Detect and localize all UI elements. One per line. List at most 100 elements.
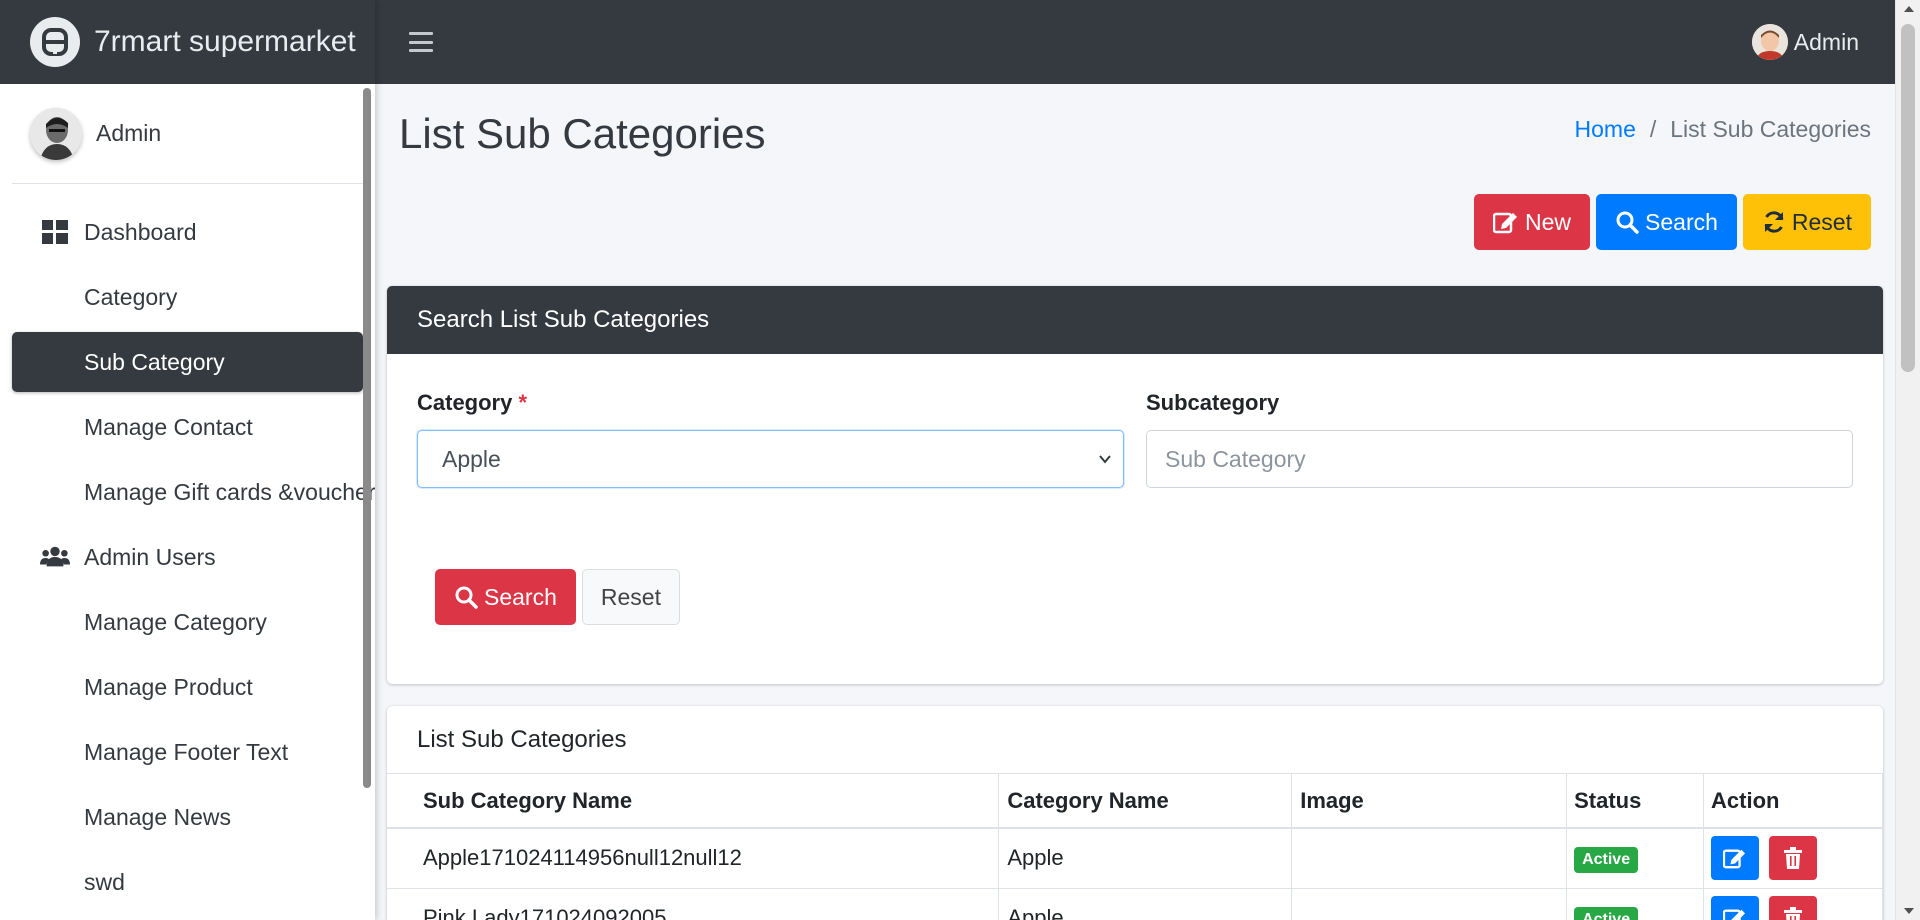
sidebar-item-manage-category[interactable]: Manage Category xyxy=(12,592,363,652)
sidebar-item-label: Manage Product xyxy=(84,673,253,700)
edit-button[interactable] xyxy=(1711,836,1760,881)
sidebar-item-manage-contact[interactable]: Manage Contact xyxy=(12,397,363,457)
brand-link[interactable]: 7rmart supermarket xyxy=(0,0,375,84)
sidebar-nav: Dashboard ‹ Category Sub Category Manage… xyxy=(0,184,375,912)
users-icon xyxy=(40,542,70,572)
sidebar-item-swd[interactable]: swd xyxy=(12,852,363,912)
status-badge[interactable]: Active xyxy=(1574,906,1639,920)
status-badge[interactable]: Active xyxy=(1574,846,1639,873)
delete-button[interactable] xyxy=(1769,896,1818,920)
edit-button[interactable] xyxy=(1711,896,1760,920)
reset-page-button[interactable]: Reset xyxy=(1742,194,1871,250)
sidebar-item-label: Dashboard xyxy=(84,218,197,245)
sidebar-item-dashboard[interactable]: Dashboard ‹ xyxy=(12,202,369,262)
sidebar-item-label: Sub Category xyxy=(84,348,225,375)
breadcrumb-current: List Sub Categories xyxy=(1670,116,1871,142)
trash-icon xyxy=(1784,847,1803,870)
search-submit-label: Search xyxy=(484,583,557,610)
scrollbar-thumb[interactable] xyxy=(1901,24,1915,372)
category-select[interactable]: Apple xyxy=(417,430,1124,488)
reset-page-label: Reset xyxy=(1791,208,1852,235)
sidebar-user-name: Admin xyxy=(96,120,162,146)
new-button[interactable]: New xyxy=(1474,194,1591,250)
scroll-up-arrow-icon[interactable] xyxy=(1904,6,1914,12)
subcategory-form-group: Subcategory Sub Category xyxy=(1146,390,1853,488)
breadcrumb-home-link[interactable]: Home xyxy=(1575,116,1636,143)
sidebar-item-label: swd xyxy=(84,868,125,895)
refresh-icon xyxy=(1764,211,1784,233)
search-reset-button[interactable]: Reset xyxy=(581,569,680,625)
sidebar-item-label: Category xyxy=(84,283,178,310)
search-reset-label: Reset xyxy=(600,583,661,610)
sidebar-item-category[interactable]: Category xyxy=(12,267,363,327)
delete-button[interactable] xyxy=(1769,836,1818,881)
cell-category-name: Apple xyxy=(998,828,1293,889)
sidebar-user-panel[interactable]: Admin xyxy=(12,84,363,184)
category-label: Category * xyxy=(417,390,528,415)
column-header[interactable]: Action xyxy=(1703,774,1883,829)
edit-icon xyxy=(1723,849,1746,869)
brand-name: 7rmart supermarket xyxy=(94,25,356,58)
table-row: Apple171024114956null12null12 Apple Acti… xyxy=(387,828,1883,889)
page-title: List Sub Categories xyxy=(399,110,766,157)
subcategory-placeholder: Sub Category xyxy=(1165,445,1306,472)
sidebar-item-admin-users[interactable]: Admin Users ‹ xyxy=(12,527,369,587)
sidebar-item-manage-footer-text[interactable]: Manage Footer Text xyxy=(12,722,363,782)
column-header[interactable]: Category Name xyxy=(998,774,1293,829)
list-card-title: List Sub Categories xyxy=(387,706,1883,774)
brand-logo-icon xyxy=(30,17,80,67)
table-row: Pink Lady171024092005 Apple Active xyxy=(387,888,1883,920)
sidebar-item-manage-news[interactable]: Manage News xyxy=(12,787,363,847)
sidebar-scrollbar[interactable] xyxy=(363,88,371,788)
breadcrumb: Home / List Sub Categories xyxy=(1575,116,1871,143)
sidebar-item-label: Manage Footer Text xyxy=(84,738,289,765)
menu-toggle-icon[interactable] xyxy=(409,32,433,52)
page-actions: New Search Reset xyxy=(1474,194,1871,250)
top-navbar: Admin xyxy=(375,0,1895,84)
edit-icon xyxy=(1723,909,1746,920)
column-header[interactable]: Status xyxy=(1566,774,1705,829)
search-icon xyxy=(455,586,478,609)
cell-subcategory-name: Pink Lady171024092005 xyxy=(387,888,1000,920)
cell-subcategory-name: Apple171024114956null12null12 xyxy=(387,828,1000,889)
sidebar-item-sub-category[interactable]: Sub Category xyxy=(12,332,363,392)
user-menu[interactable]: Admin xyxy=(1751,24,1859,60)
search-toggle-button[interactable]: Search xyxy=(1596,194,1737,250)
avatar xyxy=(30,107,82,160)
cell-action xyxy=(1703,888,1883,920)
category-select-value: Apple xyxy=(442,445,501,472)
sidebar-item-label: Manage Gift cards &vouchers xyxy=(84,478,375,505)
sidebar-item-label: Manage Category xyxy=(84,608,267,635)
sidebar-item-manage-gift-cards[interactable]: Manage Gift cards &vouchers xyxy=(12,462,375,522)
dashboard-icon xyxy=(40,217,70,247)
search-card: Search List Sub Categories Category * Ap… xyxy=(387,286,1883,684)
column-header[interactable]: Sub Category Name xyxy=(387,774,1000,829)
chevron-down-icon xyxy=(1099,455,1111,464)
search-toggle-label: Search xyxy=(1645,208,1718,235)
subcategory-table: Sub Category Name Category Name Image St… xyxy=(387,774,1883,920)
subcategory-label: Subcategory xyxy=(1146,390,1280,415)
cell-status: Active xyxy=(1566,888,1705,920)
category-form-group: Category * Apple xyxy=(417,390,1124,488)
sidebar-item-manage-product[interactable]: Manage Product xyxy=(12,657,363,717)
subcategory-input[interactable]: Sub Category xyxy=(1146,430,1853,488)
scroll-down-arrow-icon[interactable] xyxy=(1904,908,1914,914)
search-card-header: Search List Sub Categories xyxy=(387,286,1883,354)
new-button-label: New xyxy=(1525,208,1572,235)
search-form-actions: Search Reset xyxy=(435,569,680,625)
search-form: Category * Apple Subcategory Sub Categor… xyxy=(417,390,1853,488)
list-card: List Sub Categories Sub Category Name Ca… xyxy=(387,706,1883,920)
trash-icon xyxy=(1784,907,1803,920)
cell-image xyxy=(1291,828,1568,889)
search-submit-button[interactable]: Search xyxy=(435,569,576,625)
sidebar-item-label: Admin Users xyxy=(84,543,216,570)
sidebar-item-label: Manage Contact xyxy=(84,413,253,440)
cell-action xyxy=(1703,828,1883,889)
table-header-row: Sub Category Name Category Name Image St… xyxy=(387,774,1883,829)
required-mark: * xyxy=(518,390,528,415)
sidebar-item-label: Manage News xyxy=(84,803,232,830)
search-icon xyxy=(1616,211,1639,234)
column-header[interactable]: Image xyxy=(1291,774,1568,829)
page-scrollbar[interactable] xyxy=(1895,0,1920,920)
main-content: List Sub Categories Home / List Sub Cate… xyxy=(375,84,1895,920)
